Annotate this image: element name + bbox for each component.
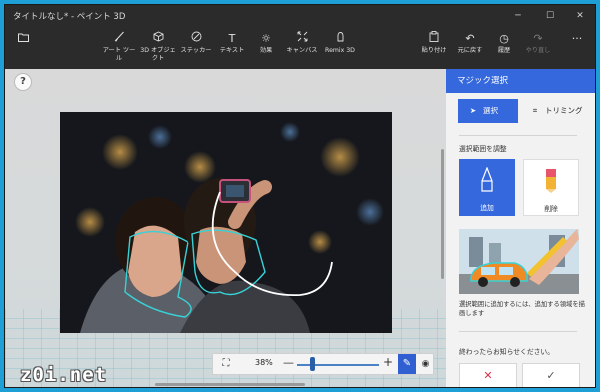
- close-button[interactable]: ✕: [567, 8, 593, 24]
- menu-button[interactable]: [13, 31, 33, 67]
- tool-paste[interactable]: 貼り付け: [419, 31, 449, 67]
- eraser-icon: [543, 168, 559, 198]
- horizontal-scrollbar[interactable]: [155, 383, 305, 386]
- canvas-area[interactable]: ? ⛶ 38% — + ✎ ◉: [5, 69, 446, 387]
- view-toggle-icon[interactable]: ◉: [418, 354, 433, 374]
- cube-icon: [139, 31, 177, 47]
- watermark: z0i.net: [20, 364, 108, 386]
- hint-illustration: [459, 229, 579, 294]
- confirm-button[interactable]: ✓: [522, 363, 580, 387]
- remix-icon: [323, 31, 357, 47]
- tool-remix3d[interactable]: Remix 3D: [323, 31, 357, 67]
- tool-undo[interactable]: ↶ 元に戻す: [455, 31, 485, 67]
- tool-history[interactable]: ◷ 履歴: [491, 31, 517, 67]
- tool-3d-objects[interactable]: 3D オブジェクト: [139, 31, 177, 67]
- undo-icon: ↶: [465, 32, 475, 45]
- sun-icon: ☼: [261, 32, 271, 45]
- sticker-icon: [179, 31, 213, 47]
- canvas-icon: [285, 31, 319, 47]
- select-mode-button[interactable]: ➤ 選択: [458, 99, 518, 123]
- vertical-scrollbar[interactable]: [441, 149, 444, 279]
- zoom-slider-thumb[interactable]: [310, 357, 315, 371]
- tool-label: キャンバス: [286, 47, 318, 54]
- photo-image[interactable]: [60, 112, 392, 333]
- tool-label: Remix 3D: [325, 47, 355, 54]
- tool-stickers[interactable]: ステッカー: [179, 31, 213, 67]
- tool-redo[interactable]: ↷ やり直し: [523, 31, 553, 67]
- add-button[interactable]: 追加: [459, 159, 515, 216]
- zoom-percentage: 38%: [255, 358, 273, 367]
- select-mode-label: 選択: [483, 106, 498, 115]
- tool-label: 貼り付け: [421, 47, 447, 54]
- redo-icon: ↷: [533, 32, 543, 45]
- panel-title: マジック選択: [446, 69, 595, 93]
- fit-to-screen-icon[interactable]: ⛶: [219, 357, 233, 371]
- tool-label: 元に戻す: [457, 47, 483, 54]
- trim-mode-label: トリミング: [545, 106, 583, 115]
- more-icon: ···: [571, 32, 583, 45]
- brush-icon: [101, 31, 137, 47]
- help-button[interactable]: ?: [14, 73, 32, 91]
- tool-text[interactable]: T テキスト: [217, 31, 247, 67]
- text-icon: T: [228, 32, 236, 45]
- magic-select-panel: マジック選択 ➤ 選択 ⌗ トリミング 選択範囲を調整 追加 削除 選択範囲に追…: [446, 69, 595, 387]
- adjust-selection-label: 選択範囲を調整: [459, 145, 507, 153]
- tool-canvas[interactable]: キャンバス: [285, 31, 319, 67]
- tool-art-tools[interactable]: アート ツール: [101, 31, 137, 67]
- tool-label: 効果: [259, 47, 273, 54]
- tool-effects[interactable]: ☼ 効果: [253, 31, 279, 67]
- trim-mode-button[interactable]: ⌗ トリミング: [524, 99, 588, 123]
- folder-icon: [13, 31, 33, 47]
- minimize-button[interactable]: ─: [505, 8, 531, 24]
- remove-button[interactable]: 削除: [523, 159, 579, 216]
- crop-icon: ⌗: [532, 106, 538, 115]
- tool-label: やり直し: [525, 47, 551, 54]
- more-button[interactable]: ···: [567, 31, 587, 67]
- tool-label: アート ツール: [102, 47, 136, 62]
- pen-toggle-icon[interactable]: ✎: [398, 354, 416, 374]
- paste-icon: [419, 31, 449, 47]
- cursor-icon: ➤: [469, 106, 477, 115]
- remove-label: 削除: [544, 205, 558, 213]
- add-label: 追加: [480, 204, 494, 212]
- done-prompt: 終わったらお知らせください。: [459, 348, 555, 356]
- tool-label: 3D オブジェクト: [140, 47, 176, 62]
- zoom-out-button[interactable]: —: [283, 356, 294, 369]
- zoom-bar: ⛶ 38% — + ✎ ◉: [212, 353, 434, 375]
- main-toolbar: アート ツール 3D オブジェクト ステッカー T テキスト ☼ 効果 キャンバ…: [5, 27, 595, 69]
- cancel-button[interactable]: ✕: [459, 363, 517, 387]
- tool-label: テキスト: [219, 47, 245, 54]
- title-bar: タイトルなし* - ペイント 3D ─ ☐ ✕: [5, 5, 595, 27]
- tool-label: ステッカー: [180, 47, 212, 54]
- maximize-button[interactable]: ☐: [537, 8, 563, 24]
- history-icon: ◷: [499, 32, 509, 45]
- zoom-in-button[interactable]: +: [383, 355, 393, 369]
- pen-add-icon: [480, 166, 494, 197]
- divider: [459, 135, 577, 136]
- hint-text: 選択範囲に追加するには、追加する領域を描画します: [459, 301, 585, 317]
- tool-label: 履歴: [497, 47, 511, 54]
- window-title: タイトルなし* - ペイント 3D: [13, 12, 126, 22]
- paint3d-window: タイトルなし* - ペイント 3D ─ ☐ ✕ アート ツール 3D オブジェク…: [4, 4, 596, 388]
- divider: [459, 331, 577, 332]
